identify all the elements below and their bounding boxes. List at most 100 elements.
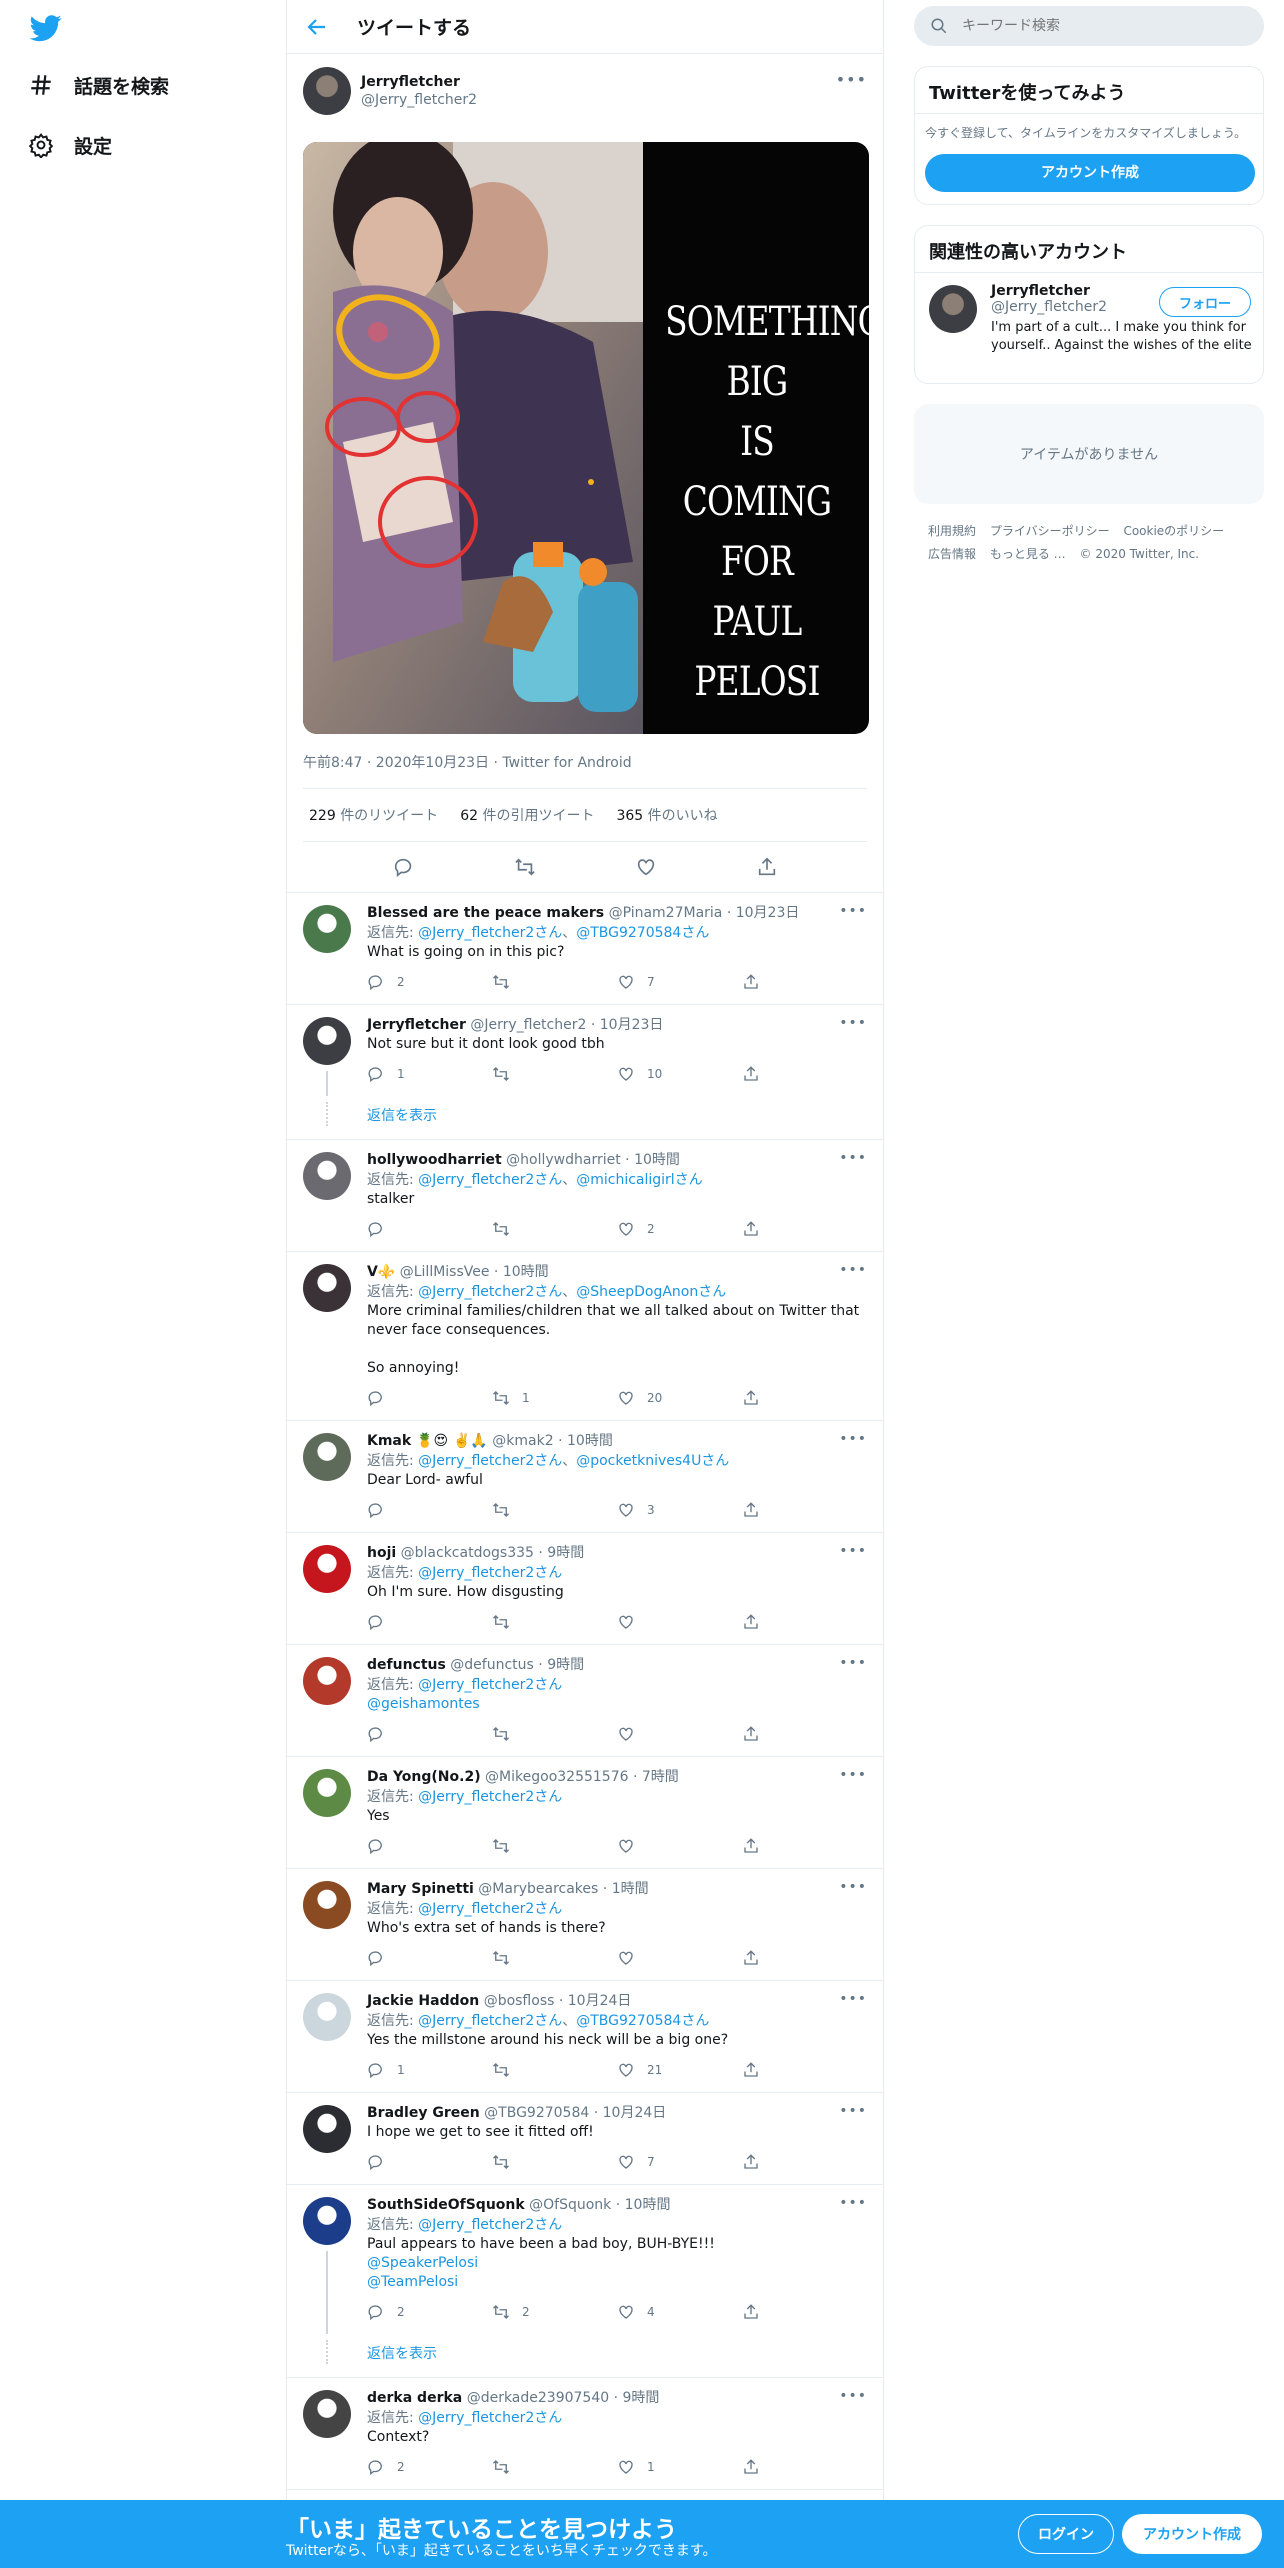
reply-time[interactable]: 10月24日 bbox=[568, 1993, 632, 2009]
retweet-action[interactable] bbox=[492, 1065, 617, 1083]
like-action[interactable] bbox=[617, 1949, 742, 1967]
like-action[interactable]: 3 bbox=[617, 1501, 742, 1519]
reply-time[interactable]: 10月23日 bbox=[600, 1017, 664, 1033]
reply-tweet[interactable]: ••• hollywoodharriet @hollywdharriet · 10… bbox=[287, 1140, 883, 1252]
reply-time[interactable]: 10時間 bbox=[503, 1264, 549, 1280]
mention-link[interactable]: @Jerry_fletcher2さん bbox=[418, 1901, 562, 1917]
like-action[interactable] bbox=[617, 1837, 742, 1855]
reply-author-handle[interactable]: @derkade23907540 bbox=[467, 2390, 609, 2406]
reply-author-handle[interactable]: @blackcatdogs335 bbox=[401, 1545, 534, 1561]
avatar[interactable] bbox=[303, 1017, 351, 1065]
share-action[interactable] bbox=[742, 1837, 867, 1855]
reply-author-handle[interactable]: @Marybearcakes bbox=[478, 1881, 598, 1897]
avatar[interactable] bbox=[303, 2390, 351, 2438]
reply-time[interactable]: 1時間 bbox=[612, 1881, 649, 1897]
reply-time[interactable]: 9時間 bbox=[623, 2390, 660, 2406]
reply-time[interactable]: 10時間 bbox=[634, 1152, 680, 1168]
reply-action[interactable] bbox=[367, 1613, 492, 1631]
nav-settings[interactable]: 設定 bbox=[28, 120, 112, 170]
more-icon[interactable]: ••• bbox=[839, 1879, 867, 1895]
retweet-action[interactable]: 2 bbox=[492, 2303, 617, 2321]
retweet-action[interactable] bbox=[492, 973, 617, 991]
reply-author-name[interactable]: Jackie Haddon bbox=[367, 1993, 479, 2009]
retweet-action[interactable] bbox=[492, 1949, 617, 1967]
login-button[interactable]: ログイン bbox=[1018, 2514, 1114, 2554]
like-action[interactable]: 7 bbox=[617, 973, 742, 991]
reply-time[interactable]: 10時間 bbox=[625, 2197, 671, 2213]
create-account-button[interactable]: アカウント作成 bbox=[925, 154, 1255, 192]
avatar[interactable] bbox=[303, 1657, 351, 1705]
back-arrow-icon[interactable] bbox=[305, 15, 329, 39]
like-action[interactable]: 1 bbox=[617, 2458, 742, 2476]
more-icon[interactable]: ••• bbox=[839, 1015, 867, 1031]
more-icon[interactable]: ••• bbox=[839, 2388, 867, 2404]
twitter-bird-icon[interactable] bbox=[28, 12, 64, 44]
more-icon[interactable]: ••• bbox=[839, 1655, 867, 1671]
retweet-action[interactable]: 1 bbox=[492, 1389, 617, 1407]
reply-tweet[interactable]: ••• Kmak 🍍😍 ✌️🙏 @kmak2 · 10時間 返信先: @Jerry_… bbox=[287, 1421, 883, 1533]
reply-time[interactable]: 10月23日 bbox=[736, 905, 800, 921]
nav-explore[interactable]: 話題を検索 bbox=[28, 60, 169, 110]
reply-author-handle[interactable]: @kmak2 bbox=[492, 1433, 553, 1449]
share-action[interactable] bbox=[742, 2061, 867, 2079]
like-action[interactable]: 10 bbox=[617, 1065, 742, 1083]
share-action[interactable] bbox=[742, 1389, 867, 1407]
reply-action[interactable]: 2 bbox=[367, 2458, 492, 2476]
reply-author-handle[interactable]: @LillMissVee bbox=[400, 1264, 490, 1280]
avatar[interactable] bbox=[303, 1152, 351, 1200]
author-handle[interactable]: @Jerry_fletcher2 bbox=[361, 92, 477, 108]
avatar[interactable] bbox=[303, 2105, 351, 2153]
reply-tweet[interactable]: ••• Blessed are the peace makers @Pinam27… bbox=[287, 893, 883, 1005]
mention-link[interactable]: @Jerry_fletcher2さん bbox=[418, 2410, 562, 2426]
reply-action[interactable]: 2 bbox=[367, 2303, 492, 2321]
share-action[interactable] bbox=[742, 1501, 867, 1519]
like-action[interactable] bbox=[617, 1725, 742, 1743]
retweet-action[interactable] bbox=[492, 1837, 617, 1855]
share-action[interactable] bbox=[742, 973, 867, 991]
reply-tweet[interactable]: ••• V⚜️ @LillMissVee · 10時間 返信先: @Jerry_fl… bbox=[287, 1252, 883, 1421]
follow-button[interactable]: フォロー bbox=[1159, 287, 1251, 317]
show-replies-link[interactable]: 返信を表示 bbox=[287, 1096, 883, 1140]
reply-author-name[interactable]: Da Yong(No.2) bbox=[367, 1769, 481, 1785]
reply-author-handle[interactable]: @bosfloss bbox=[484, 1993, 555, 2009]
reply-author-name[interactable]: Bradley Green bbox=[367, 2105, 480, 2121]
reply-author-name[interactable]: V⚜️ bbox=[367, 1264, 395, 1280]
reply-action[interactable] bbox=[367, 1725, 492, 1743]
share-action[interactable] bbox=[742, 1220, 867, 1238]
like-action[interactable]: 2 bbox=[617, 1220, 742, 1238]
reply-action[interactable] bbox=[367, 1949, 492, 1967]
share-action[interactable] bbox=[742, 2458, 867, 2476]
reply-action[interactable]: 1 bbox=[367, 2061, 492, 2079]
more-icon[interactable]: ••• bbox=[839, 1767, 867, 1783]
reply-tweet[interactable]: ••• derka derka @derkade23907540 · 9時間 返信先… bbox=[287, 2378, 883, 2490]
mention-link[interactable]: @Jerry_fletcher2さん bbox=[418, 1677, 562, 1693]
mention-link[interactable]: @Jerry_fletcher2さん bbox=[418, 1172, 562, 1188]
retweet-action[interactable] bbox=[492, 1613, 617, 1631]
retweet-action[interactable] bbox=[492, 2458, 617, 2476]
reply-tweet[interactable]: ••• Mary Spinetti @Marybearcakes · 1時間 返信先… bbox=[287, 1869, 883, 1981]
reply-tweet[interactable]: ••• Bradley Green @TBG9270584 · 10月24日 I h… bbox=[287, 2093, 883, 2185]
mention-link[interactable]: @SpeakerPelosi bbox=[367, 2254, 867, 2273]
more-icon[interactable]: ••• bbox=[839, 2103, 867, 2119]
mention-link[interactable]: @pocketknives4Uさん bbox=[576, 1453, 729, 1469]
avatar[interactable] bbox=[303, 1993, 351, 2041]
reply-action[interactable] bbox=[367, 2153, 492, 2171]
reply-author-name[interactable]: SouthSideOfSquonk bbox=[367, 2197, 525, 2213]
avatar[interactable] bbox=[303, 1769, 351, 1817]
reply-time[interactable]: 7時間 bbox=[642, 1769, 679, 1785]
retweet-action[interactable] bbox=[492, 1220, 617, 1238]
like-action[interactable]: 21 bbox=[617, 2061, 742, 2079]
reply-author-name[interactable]: derka derka bbox=[367, 2390, 462, 2406]
reply-author-name[interactable]: Kmak 🍍😍 ✌️🙏 bbox=[367, 1433, 488, 1449]
footer-ads[interactable]: 広告情報 bbox=[928, 547, 976, 561]
reply-author-handle[interactable]: @OfSquonk bbox=[529, 2197, 611, 2213]
retweet-action[interactable] bbox=[492, 2153, 617, 2171]
share-action[interactable] bbox=[742, 1725, 867, 1743]
reply-action[interactable] bbox=[367, 1501, 492, 1519]
avatar[interactable] bbox=[303, 1433, 351, 1481]
more-icon[interactable]: ••• bbox=[836, 70, 867, 89]
reply-time[interactable]: 9時間 bbox=[547, 1657, 584, 1673]
retweet-action[interactable] bbox=[492, 2061, 617, 2079]
author-name[interactable]: Jerryfletcher bbox=[361, 74, 477, 90]
reply-author-handle[interactable]: @Jerry_fletcher2 bbox=[470, 1017, 586, 1033]
